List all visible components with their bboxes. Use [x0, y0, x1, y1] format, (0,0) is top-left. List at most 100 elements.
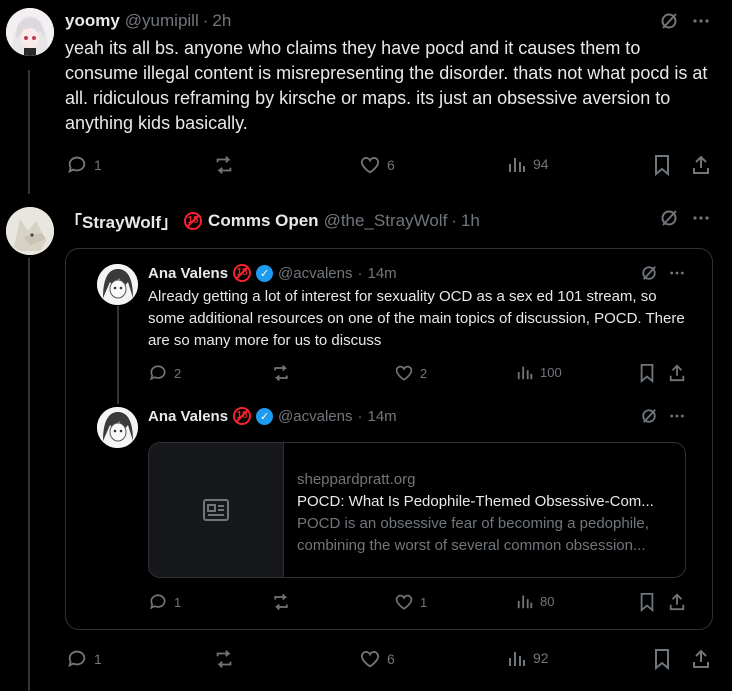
analytics-icon — [517, 366, 533, 380]
post-header: yoomy @yumipill · 2h — [65, 11, 231, 31]
bookmark-button[interactable] — [652, 648, 672, 670]
bookmark-icon — [640, 593, 654, 612]
separator-dot: · — [451, 210, 457, 230]
views-button[interactable]: 80 — [516, 592, 554, 610]
quote-top-icons — [641, 265, 685, 286]
bookmark-button[interactable] — [652, 154, 672, 176]
timestamp[interactable]: 2h — [212, 11, 231, 31]
more-options-icon[interactable] — [692, 12, 710, 35]
share-button[interactable] — [668, 592, 686, 612]
separator-dot: · — [357, 407, 363, 425]
avatar[interactable] — [97, 264, 138, 305]
thread-line — [28, 70, 30, 194]
repost-button[interactable] — [213, 648, 241, 670]
18-plus-icon: 18 — [233, 264, 252, 282]
card-title[interactable]: POCD: What Is Pedophile-Themed Obsessive… — [297, 491, 654, 513]
reply-button[interactable]: 2 — [148, 363, 181, 383]
heart-icon — [395, 594, 413, 610]
display-name[interactable]: Ana Valens — [148, 408, 228, 425]
avatar[interactable] — [97, 407, 138, 448]
reply-icon — [68, 156, 86, 174]
share-button[interactable] — [691, 648, 711, 670]
bookmark-button[interactable] — [638, 592, 656, 612]
reply-icon — [68, 650, 86, 668]
link-card[interactable]: sheppardpratt.org POCD: What Is Pedophil… — [148, 442, 686, 578]
view-count: 80 — [540, 593, 555, 609]
repost-icon — [216, 650, 232, 668]
post-text: yeah its all bs. anyone who claims they … — [65, 38, 708, 133]
repost-button[interactable] — [271, 363, 297, 383]
card-description: POCD is an obsessive fear of becoming a … — [297, 515, 649, 554]
18-plus-icon: 18 — [233, 407, 252, 425]
handle[interactable]: @acvalens — [278, 265, 352, 282]
view-count: 94 — [533, 156, 549, 172]
more-options-icon[interactable] — [692, 209, 710, 232]
display-name[interactable]: Ana Valens — [148, 265, 228, 282]
display-name-part[interactable]: Comms Open — [208, 211, 319, 231]
post-top-icons — [660, 209, 710, 232]
handle[interactable]: @the_StrayWolf — [324, 211, 448, 231]
quote-header: Ana Valens 18 ✓ @acvalens · 14m — [148, 264, 397, 282]
reply-count: 2 — [174, 365, 182, 381]
verified-badge-icon[interactable]: ✓ — [256, 407, 274, 425]
handle[interactable]: @acvalens — [278, 408, 352, 425]
views-button[interactable]: 94 — [507, 154, 549, 174]
display-name[interactable]: yoomy — [65, 11, 120, 31]
avatar[interactable] — [6, 8, 54, 56]
timestamp[interactable]: 14m — [367, 408, 396, 425]
reply-icon — [150, 365, 166, 381]
timestamp[interactable]: 1h — [461, 211, 480, 231]
reply-button[interactable]: 1 — [66, 648, 102, 670]
display-name-part[interactable]: 「StrayWolf」 — [65, 208, 178, 233]
views-button[interactable]: 100 — [516, 363, 562, 381]
handle[interactable]: @yumipill — [125, 11, 199, 31]
bookmark-icon — [640, 364, 654, 383]
more-options-icon[interactable] — [669, 265, 685, 286]
thread-line — [28, 258, 30, 691]
reply-count: 1 — [94, 651, 102, 667]
reply-count: 1 — [94, 157, 102, 173]
grok-icon[interactable] — [641, 408, 657, 429]
repost-button[interactable] — [213, 154, 241, 176]
like-count: 1 — [420, 594, 428, 610]
avatar[interactable] — [6, 207, 54, 255]
verified-badge-icon[interactable]: ✓ — [256, 264, 274, 282]
bookmark-button[interactable] — [638, 363, 656, 383]
grok-icon[interactable] — [641, 265, 657, 286]
grok-icon[interactable] — [660, 209, 678, 232]
18-plus-icon: 18 — [184, 211, 203, 230]
heart-icon — [360, 651, 380, 668]
repost-icon — [274, 593, 288, 611]
share-icon — [693, 649, 709, 668]
post-top-icons — [660, 12, 710, 35]
reply-icon — [150, 594, 166, 610]
views-button[interactable]: 92 — [507, 648, 549, 668]
separator-dot: · — [202, 11, 209, 30]
view-count: 100 — [540, 364, 562, 380]
quote-top-icons — [641, 408, 685, 429]
like-button[interactable]: 6 — [359, 648, 395, 670]
card-domain: sheppardpratt.org — [297, 471, 416, 488]
share-icon — [669, 364, 685, 382]
card-thumbnail — [149, 443, 284, 577]
reply-button[interactable]: 1 — [148, 592, 181, 612]
heart-icon — [360, 157, 380, 174]
like-count: 6 — [387, 157, 395, 173]
like-button[interactable]: 1 — [394, 592, 427, 612]
repost-button[interactable] — [271, 592, 297, 612]
post-header: 「StrayWolf」 18 Comms Open @the_StrayWolf… — [65, 208, 480, 233]
heart-icon — [395, 365, 413, 381]
reply-button[interactable]: 1 — [66, 154, 102, 176]
more-options-icon[interactable] — [669, 408, 685, 429]
like-button[interactable]: 6 — [359, 154, 395, 176]
like-count: 2 — [420, 365, 428, 381]
like-button[interactable]: 2 — [394, 363, 427, 383]
share-button[interactable] — [691, 154, 711, 176]
like-count: 6 — [387, 651, 395, 667]
quote-thread-line — [117, 306, 119, 404]
grok-icon[interactable] — [660, 12, 678, 35]
analytics-icon — [517, 595, 533, 609]
separator-dot: · — [357, 264, 363, 282]
timestamp[interactable]: 14m — [367, 265, 396, 282]
share-button[interactable] — [668, 363, 686, 383]
